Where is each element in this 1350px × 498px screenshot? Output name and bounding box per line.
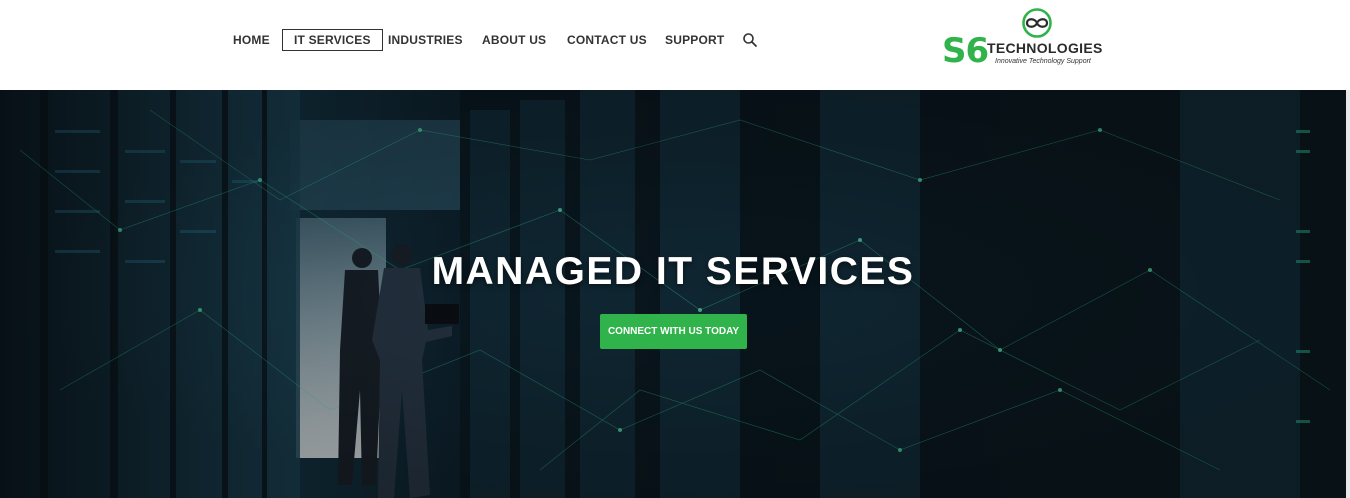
nav-item-home[interactable]: HOME (233, 29, 270, 51)
search-icon[interactable] (742, 32, 758, 48)
nav-item-support[interactable]: SUPPORT (665, 29, 724, 51)
hero-title: MANAGED IT SERVICES (431, 250, 915, 293)
hero-overlay (0, 90, 1350, 498)
nav-item-about-us[interactable]: ABOUT US (482, 29, 546, 51)
nav-item-contact-us[interactable]: CONTACT US (567, 29, 647, 51)
main-nav: HOME IT SERVICES INDUSTRIES ABOUT US CON… (0, 0, 900, 90)
logo-s6: S6 (942, 31, 989, 71)
nav-item-it-services[interactable]: IT SERVICES (282, 29, 383, 51)
site-header: HOME IT SERVICES INDUSTRIES ABOUT US CON… (0, 0, 1350, 90)
company-logo[interactable]: S6 TECHNOLOGIES Innovative Technology Su… (940, 6, 1103, 72)
page-scrollbar[interactable] (1346, 90, 1350, 498)
connect-with-us-button[interactable]: CONNECT WITH US TODAY (600, 314, 747, 349)
infinity-logo-icon (1013, 8, 1061, 43)
hero-banner: MANAGED IT SERVICES CONNECT WITH US TODA… (0, 90, 1350, 498)
nav-item-industries[interactable]: INDUSTRIES (388, 29, 463, 51)
logo-tagline: Innovative Technology Support (995, 58, 1091, 65)
logo-name: TECHNOLOGIES (987, 40, 1103, 56)
